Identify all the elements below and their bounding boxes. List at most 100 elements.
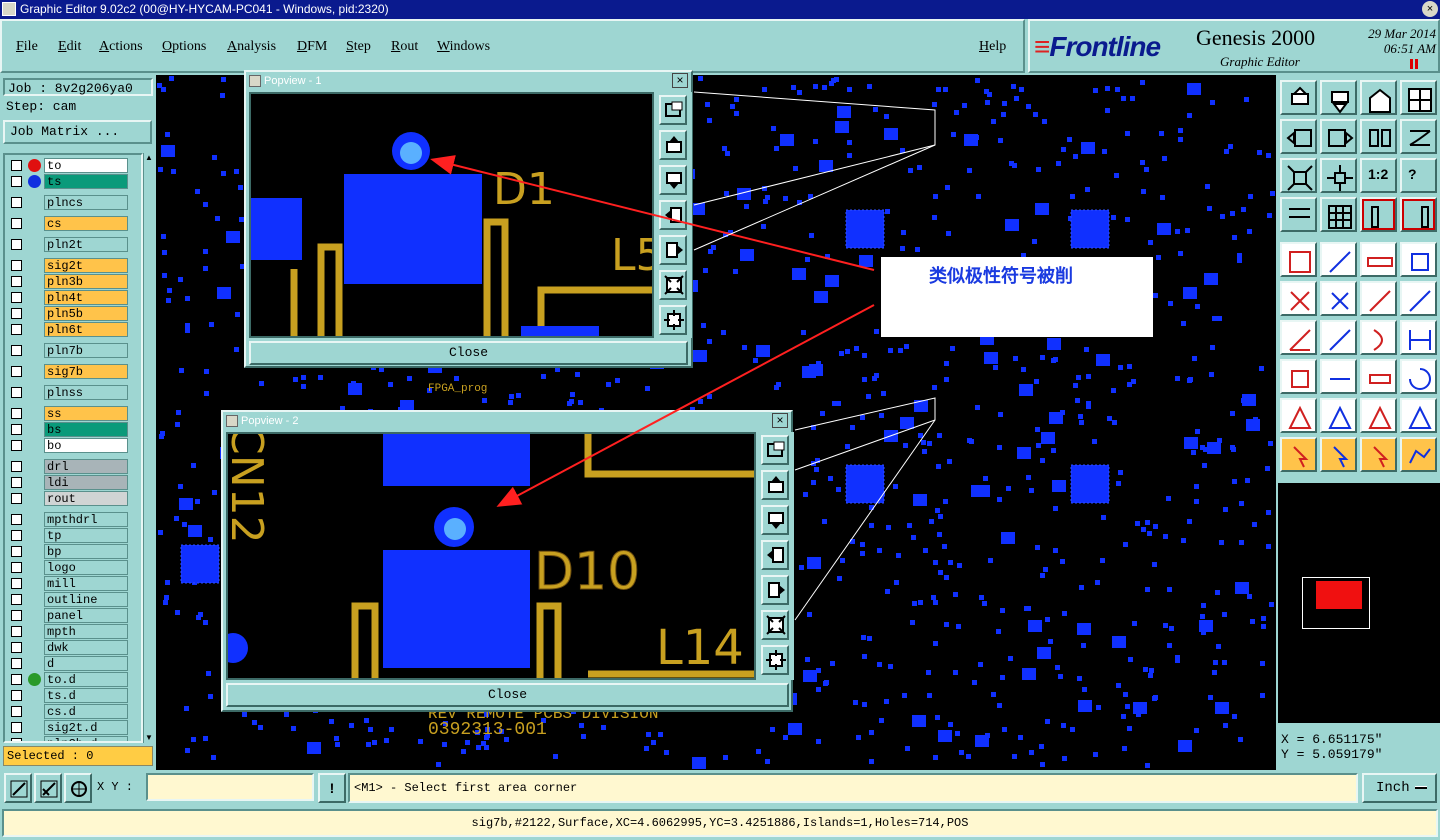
- layer-row-pln4t[interactable]: pln4t: [8, 290, 130, 305]
- angle-button[interactable]: [1280, 320, 1317, 355]
- layer-name[interactable]: pln3b: [44, 274, 128, 289]
- layer-checkbox[interactable]: [11, 562, 22, 573]
- resize-button[interactable]: [1360, 359, 1397, 394]
- layer-checkbox[interactable]: [11, 292, 22, 303]
- pointer-select-button[interactable]: [1360, 437, 1397, 472]
- layer-row-bo[interactable]: bo: [8, 438, 130, 453]
- layer-list[interactable]: to ts plncs cs pln2t sig2t pln3b pln4t pln5b pln6…: [3, 153, 143, 743]
- layer-name[interactable]: mpth: [44, 624, 128, 639]
- grid-button[interactable]: [1320, 197, 1357, 232]
- layer-checkbox[interactable]: [11, 722, 22, 733]
- layer-name[interactable]: mill: [44, 576, 128, 591]
- layer-colors-button[interactable]: [1360, 197, 1397, 232]
- layer-checkbox[interactable]: [11, 218, 22, 229]
- cross-select-button[interactable]: [1320, 281, 1357, 316]
- layer-row-ts.d[interactable]: ts.d: [8, 688, 130, 703]
- help-button[interactable]: ?: [1400, 158, 1437, 193]
- menu-analysis[interactable]: Analysis: [227, 39, 276, 55]
- tools-button[interactable]: [1280, 197, 1317, 232]
- popview-pan-right-button[interactable]: [659, 235, 687, 265]
- layer-name[interactable]: cs: [44, 216, 128, 231]
- layer-checkbox[interactable]: [11, 477, 22, 488]
- layer-checkbox[interactable]: [11, 546, 22, 557]
- popview-2-titlebar[interactable]: Popview - 2: [223, 412, 791, 430]
- layer-name[interactable]: rout: [44, 491, 128, 506]
- split-view-button[interactable]: [1400, 80, 1437, 115]
- layer-row-pln3b[interactable]: pln3b: [8, 274, 130, 289]
- pan-up-button[interactable]: [1280, 80, 1317, 115]
- layer-checkbox[interactable]: [11, 440, 22, 451]
- popview-pan-down-button[interactable]: [659, 165, 687, 195]
- xy-input[interactable]: [146, 773, 314, 801]
- pointer-box-button[interactable]: [1320, 437, 1357, 472]
- layer-checkbox[interactable]: [11, 642, 22, 653]
- popview-zoom-out-button[interactable]: [761, 645, 789, 675]
- warning-button[interactable]: !: [318, 773, 346, 803]
- triangle-d-button[interactable]: [1400, 398, 1437, 433]
- layer-name[interactable]: sig2t: [44, 258, 128, 273]
- triangle-button[interactable]: [1280, 398, 1317, 433]
- layer-checkbox[interactable]: [11, 626, 22, 637]
- layer-name[interactable]: cs.d: [44, 704, 128, 719]
- layer-name[interactable]: plnss: [44, 385, 128, 400]
- layer-name[interactable]: logo: [44, 560, 128, 575]
- layer-row-rout[interactable]: rout: [8, 491, 130, 506]
- measure-tool-button[interactable]: [4, 773, 32, 803]
- layer-row-plnss[interactable]: plnss: [8, 385, 130, 400]
- pan-left-button[interactable]: [1280, 119, 1317, 154]
- layer-checkbox[interactable]: [11, 160, 22, 171]
- scroll-up-icon[interactable]: ▲: [144, 153, 154, 163]
- layer-row-sig2t[interactable]: sig2t: [8, 258, 130, 273]
- zoom-ratio-button[interactable]: 1:2: [1360, 158, 1397, 193]
- layer-row-tp[interactable]: tp: [8, 528, 130, 543]
- layer-name[interactable]: d: [44, 656, 128, 671]
- zoom-in-button[interactable]: [1280, 158, 1317, 193]
- layer-row-bs[interactable]: bs: [8, 422, 130, 437]
- popview-pan-down-button[interactable]: [761, 505, 789, 535]
- popview-1-close-icon[interactable]: ×: [672, 73, 688, 88]
- layer-row-sig2t.d[interactable]: sig2t.d: [8, 720, 130, 735]
- layer-checkbox[interactable]: [11, 674, 22, 685]
- layer-checkbox[interactable]: [11, 690, 22, 701]
- layer-checkbox[interactable]: [11, 276, 22, 287]
- layer-row-pln2t[interactable]: pln2t: [8, 237, 130, 252]
- units-dropdown[interactable]: Inch: [1362, 773, 1437, 803]
- line-draw-button[interactable]: [1320, 320, 1357, 355]
- measure-button[interactable]: [1320, 242, 1357, 277]
- pointer-button[interactable]: [1280, 437, 1317, 472]
- menu-edit[interactable]: Edit: [58, 39, 81, 55]
- layer-name[interactable]: plncs: [44, 195, 128, 210]
- pad-edit-button[interactable]: [1280, 359, 1317, 394]
- layer-row-sig7b[interactable]: sig7b: [8, 364, 130, 379]
- popview-2-close-icon[interactable]: ×: [772, 413, 788, 428]
- snap-center-button[interactable]: [1400, 242, 1437, 277]
- layer-name[interactable]: bo: [44, 438, 128, 453]
- layer-checkbox[interactable]: [11, 176, 22, 187]
- popview-1-window[interactable]: Popview - 1 × D1 L5 Close: [244, 70, 693, 368]
- layer-row-ss[interactable]: ss: [8, 406, 130, 421]
- ruler-button[interactable]: [1360, 242, 1397, 277]
- layer-checkbox[interactable]: [11, 514, 22, 525]
- popview-1-titlebar[interactable]: Popview - 1: [246, 72, 691, 90]
- window-close-button[interactable]: ×: [1422, 1, 1438, 17]
- layer-row-to[interactable]: to: [8, 158, 130, 173]
- layer-name[interactable]: bp: [44, 544, 128, 559]
- layer-name[interactable]: sig2t.d: [44, 720, 128, 735]
- layer-name[interactable]: ss: [44, 406, 128, 421]
- popview-zoom-out-button[interactable]: [659, 305, 687, 335]
- layer-name[interactable]: pln6t: [44, 322, 128, 337]
- layer-name[interactable]: pln2t: [44, 237, 128, 252]
- popview-zoom-in-button[interactable]: [659, 270, 687, 300]
- layer-row-d[interactable]: d: [8, 656, 130, 671]
- layer-row-ldi[interactable]: ldi: [8, 475, 130, 490]
- layer-row-ts[interactable]: ts: [8, 174, 130, 189]
- layer-name[interactable]: dwk: [44, 640, 128, 655]
- layer-row-cs.d[interactable]: cs.d: [8, 704, 130, 719]
- menu-windows[interactable]: Windows: [437, 39, 490, 55]
- popview-pan-up-button[interactable]: [761, 470, 789, 500]
- layer-name[interactable]: to.d: [44, 672, 128, 687]
- layer-name[interactable]: mpthdrl: [44, 512, 128, 527]
- menu-actions[interactable]: Actions: [99, 39, 143, 55]
- layer-row-to.d[interactable]: to.d: [8, 672, 130, 687]
- layer-name[interactable]: bs: [44, 422, 128, 437]
